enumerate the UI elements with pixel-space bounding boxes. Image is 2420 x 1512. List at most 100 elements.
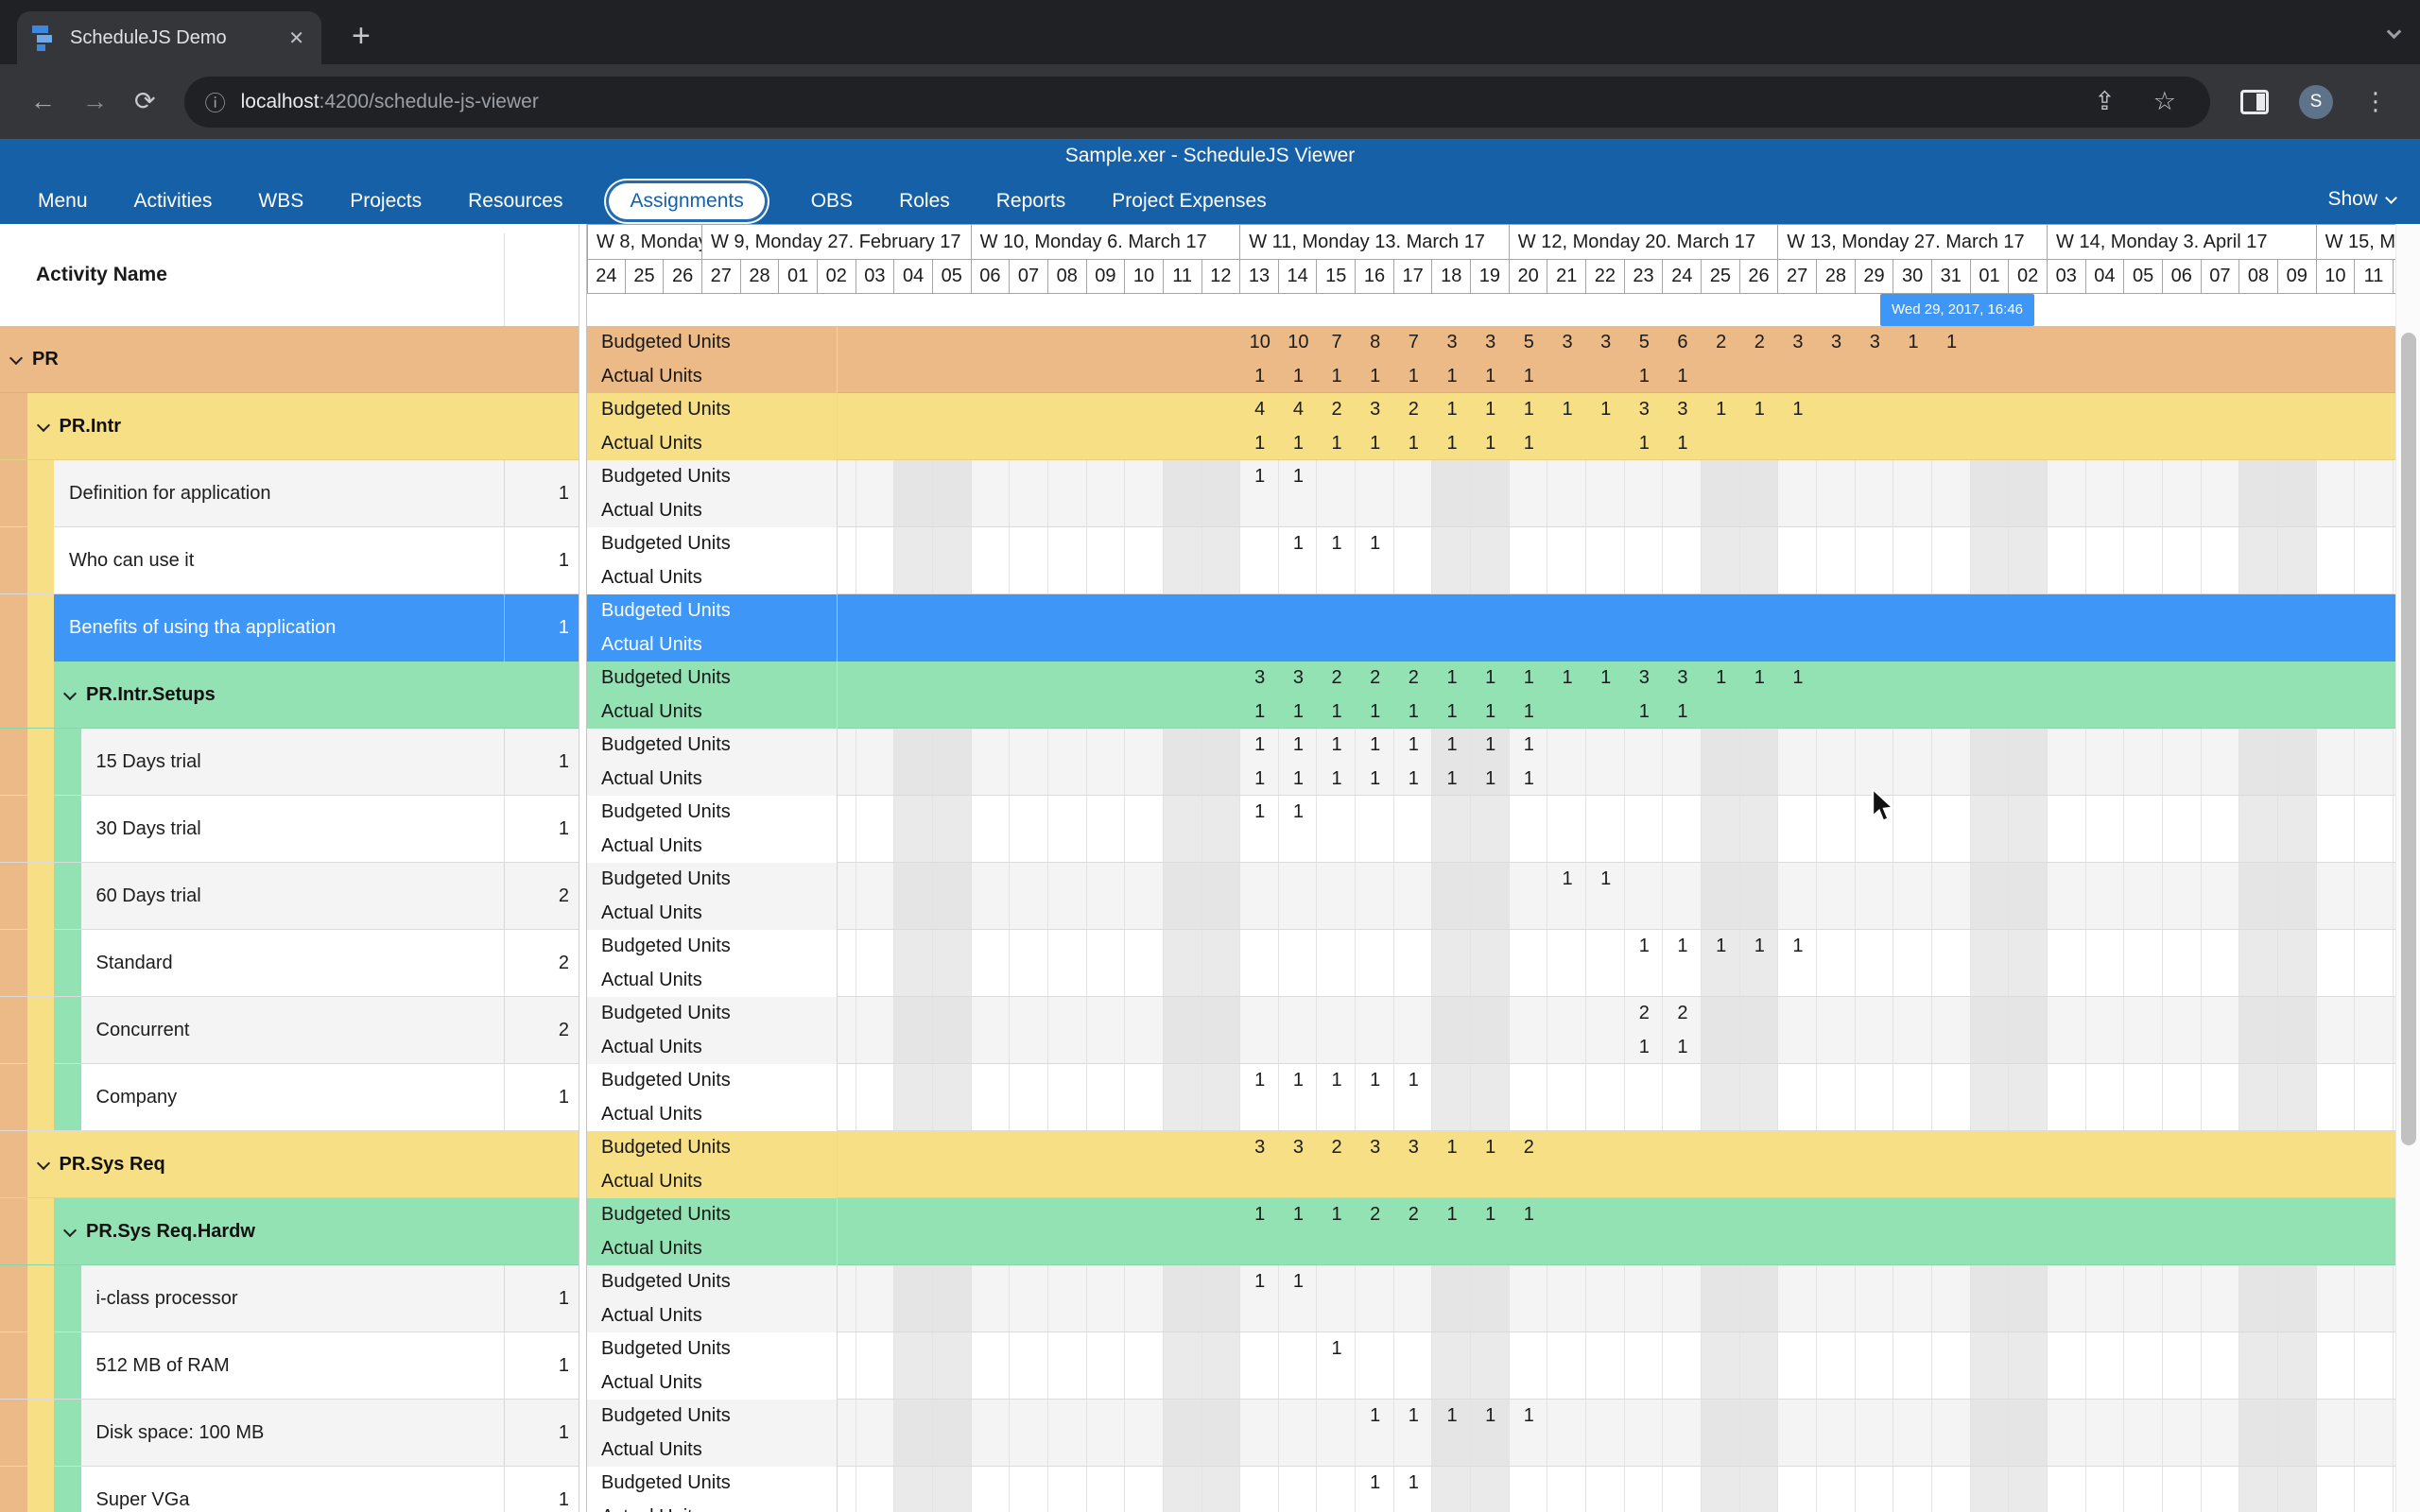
scrollbar-thumb[interactable] [2401, 333, 2416, 1145]
nav-item-activities[interactable]: Activities [134, 190, 213, 213]
bookmark-star-icon[interactable]: ☆ [2153, 89, 2176, 114]
activity-row-definition-for-application[interactable]: Definition for application1 [0, 460, 579, 527]
collapse-chevron-icon[interactable] [9, 352, 23, 365]
nav-item-menu[interactable]: Menu [38, 190, 88, 213]
url-bar[interactable]: ⓘ localhost:4200/schedule-js-viewer ⇪ ☆ [184, 77, 2210, 128]
forward-button[interactable]: → [82, 89, 108, 114]
grid-row-pr-intr-setups[interactable]: Budgeted Units332221111133111Actual Unit… [587, 662, 2420, 729]
site-info-icon[interactable]: ⓘ [205, 87, 226, 117]
activity-row-15-days-trial[interactable]: 15 Days trial1 [0, 729, 579, 796]
day-cell [1432, 1467, 1471, 1512]
activity-row-disk-space-100-mb[interactable]: Disk space: 100 MB1 [0, 1400, 579, 1467]
grid-row-30-days-trial[interactable]: Budgeted Units11Actual Units [587, 796, 2420, 863]
day-cell [2239, 1265, 2278, 1332]
panel-splitter[interactable] [579, 224, 587, 1512]
grid-row-pr-sys-req-hardw[interactable]: Budgeted Units11122111Actual Units [587, 1198, 2420, 1265]
activity-row-concurrent[interactable]: Concurrent2 [0, 997, 579, 1064]
day-cell [1817, 1467, 1856, 1512]
budgeted-unit-value: 10 [1279, 326, 1318, 360]
nav-item-project-expenses[interactable]: Project Expenses [1112, 190, 1266, 213]
tab-search-chevron-icon[interactable] [2389, 25, 2399, 42]
activity-row-30-days-trial[interactable]: 30 Days trial1 [0, 796, 579, 863]
grid-row-512-mb-of-ram[interactable]: Budgeted Units1Actual Units [587, 1332, 2420, 1400]
activity-row-i-class-processor[interactable]: i-class processor1 [0, 1265, 579, 1332]
activity-row-pr-sys-req[interactable]: PR.Sys Req [0, 1131, 579, 1198]
day-cell [1856, 1400, 1894, 1466]
nav-item-projects[interactable]: Projects [350, 190, 422, 213]
collapse-chevron-icon[interactable] [36, 419, 49, 432]
indent-band [0, 863, 27, 929]
budgeted-unit-value: 1 [1433, 1131, 1472, 1165]
grid-row-disk-space-100-mb[interactable]: Budgeted Units11111Actual Units [587, 1400, 2420, 1467]
nav-item-obs[interactable]: OBS [811, 190, 853, 213]
grid-row-who-can-use-it[interactable]: Budgeted Units111Actual Units [587, 527, 2420, 594]
activity-row-60-days-trial[interactable]: 60 Days trial2 [0, 863, 579, 930]
actual-unit-value: 1 [1318, 360, 1357, 394]
activity-row-pr-intr[interactable]: PR.Intr [0, 393, 579, 460]
share-icon[interactable]: ⇪ [2094, 89, 2116, 114]
activity-row-pr-sys-req-hardw[interactable]: PR.Sys Req.Hardw [0, 1198, 579, 1265]
day-cell [1471, 1332, 1510, 1399]
day-cell [1817, 1332, 1856, 1399]
vertical-scrollbar[interactable] [2395, 224, 2420, 1512]
budgeted-unit-value: 3 [1548, 326, 1587, 360]
day-cell [2278, 1400, 2317, 1466]
activity-row-super-vga[interactable]: Super VGa1 [0, 1467, 579, 1512]
new-tab-button[interactable]: + [352, 17, 371, 55]
day-cell [2317, 1467, 2356, 1512]
day-cell [2278, 796, 2317, 862]
grid-row-60-days-trial[interactable]: Budgeted Units11Actual Units [587, 863, 2420, 930]
grid-row-company[interactable]: Budgeted Units11111Actual Units [587, 1064, 2420, 1131]
day-cell [2124, 1400, 2163, 1466]
grid-row-definition-for-application[interactable]: Budgeted Units11Actual Units [587, 460, 2420, 527]
grid-row-pr-sys-req[interactable]: Budgeted Units33233112Actual Units [587, 1131, 2420, 1198]
day-header-39: 04 [2086, 260, 2125, 294]
day-cell [2048, 1265, 2086, 1332]
day-cell [2086, 930, 2125, 996]
grid-row-super-vga[interactable]: Budgeted Units11Actual Units [587, 1467, 2420, 1512]
day-header-35: 31 [1932, 260, 1971, 294]
show-dropdown[interactable]: Show [2327, 188, 2395, 211]
close-tab-icon[interactable]: ✕ [286, 26, 306, 50]
grid-row-i-class-processor[interactable]: Budgeted Units11Actual Units [587, 1265, 2420, 1332]
indent-band [0, 729, 27, 795]
grid-row-15-days-trial[interactable]: Budgeted Units11111111Actual Units111111… [587, 729, 2420, 796]
actual-unit-value: 1 [1318, 696, 1357, 730]
side-panel-icon[interactable] [2240, 90, 2269, 114]
day-cell [1971, 1400, 2010, 1466]
day-cell [1394, 863, 1433, 929]
day-cell [2124, 1467, 2163, 1512]
nav-item-roles[interactable]: Roles [899, 190, 950, 213]
day-cell [1202, 997, 1241, 1063]
nav-item-wbs[interactable]: WBS [258, 190, 303, 213]
activity-row-pr[interactable]: PR [0, 326, 579, 393]
browser-menu-icon[interactable]: ⋮ [2363, 87, 2388, 116]
activity-row-company[interactable]: Company1 [0, 1064, 579, 1131]
back-button[interactable]: ← [30, 89, 56, 114]
nav-item-assignments[interactable]: Assignments [609, 183, 764, 219]
grid-row-pr-intr[interactable]: Budgeted Units442321111133111Actual Unit… [587, 393, 2420, 460]
activity-row-standard[interactable]: Standard2 [0, 930, 579, 997]
day-cell [1740, 796, 1779, 862]
activity-row-benefits-of-using-tha-application[interactable]: Benefits of using tha application1 [0, 594, 579, 662]
show-label: Show [2327, 188, 2377, 211]
collapse-chevron-icon[interactable] [63, 687, 77, 700]
nav-item-reports[interactable]: Reports [996, 190, 1066, 213]
collapse-chevron-icon[interactable] [63, 1224, 77, 1237]
activity-row-512-mb-of-ram[interactable]: 512 MB of RAM1 [0, 1332, 579, 1400]
activity-row-pr-intr-setups[interactable]: PR.Intr.Setups [0, 662, 579, 729]
day-cell [1817, 527, 1856, 593]
day-cell [1856, 930, 1894, 996]
budgeted-unit-value: 3 [1356, 1131, 1394, 1165]
reload-button[interactable]: ⟳ [134, 89, 156, 114]
day-cell [2163, 1064, 2202, 1130]
grid-row-concurrent[interactable]: Budgeted Units22Actual Units11 [587, 997, 2420, 1064]
grid-row-benefits-of-using-tha-application[interactable]: Budgeted UnitsActual Units [587, 594, 2420, 662]
profile-avatar[interactable]: S [2299, 85, 2333, 119]
activity-row-who-can-use-it[interactable]: Who can use it1 [0, 527, 579, 594]
nav-item-resources[interactable]: Resources [468, 190, 562, 213]
grid-row-pr[interactable]: Budgeted Units101078733533562233311Actua… [587, 326, 2420, 393]
collapse-chevron-icon[interactable] [36, 1157, 49, 1170]
browser-tab[interactable]: ScheduleJS Demo ✕ [17, 11, 321, 64]
grid-row-standard[interactable]: Budgeted Units11111Actual Units [587, 930, 2420, 997]
